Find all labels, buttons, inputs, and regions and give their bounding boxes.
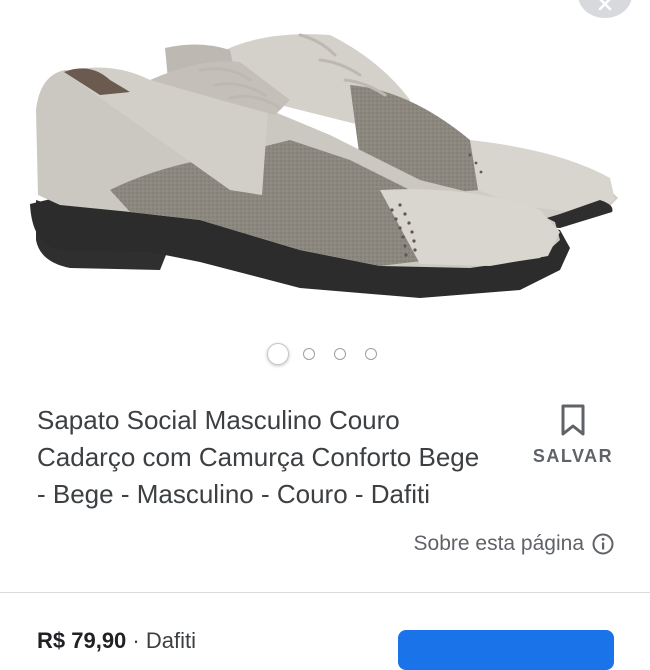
product-image[interactable] bbox=[0, 0, 650, 335]
carousel-indicator bbox=[0, 342, 650, 366]
save-label: SALVAR bbox=[532, 446, 614, 466]
close-icon bbox=[598, 0, 612, 11]
product-title-line-1: Sapato Social Masculino Couro bbox=[37, 405, 400, 435]
carousel-dot-2[interactable] bbox=[303, 348, 315, 360]
price: R$ 79,90 bbox=[37, 628, 127, 653]
offer-line: R$ 79,90 · Dafiti bbox=[37, 628, 196, 654]
carousel-dot-4[interactable] bbox=[365, 348, 377, 360]
bookmark-icon bbox=[561, 404, 585, 436]
carousel-dot-3[interactable] bbox=[334, 348, 346, 360]
carousel-dot-1[interactable] bbox=[267, 343, 289, 365]
info-icon bbox=[592, 533, 614, 555]
visit-seller-button[interactable] bbox=[398, 630, 614, 670]
seller-name: Dafiti bbox=[145, 628, 196, 653]
product-title[interactable]: Sapato Social Masculino Couro Cadarço co… bbox=[37, 402, 532, 513]
offer-separator: · bbox=[132, 628, 140, 653]
section-divider bbox=[0, 592, 650, 593]
about-this-page-link[interactable]: Sobre esta página bbox=[414, 532, 614, 556]
product-title-line-3: - Bege - Masculino - Couro - Dafiti bbox=[37, 479, 431, 509]
about-this-page-label: Sobre esta página bbox=[413, 532, 584, 555]
product-image-area[interactable] bbox=[0, 0, 650, 335]
save-button[interactable]: SALVAR bbox=[530, 403, 616, 467]
product-title-line-2: Cadarço com Camurça Conforto Bege bbox=[37, 442, 480, 472]
